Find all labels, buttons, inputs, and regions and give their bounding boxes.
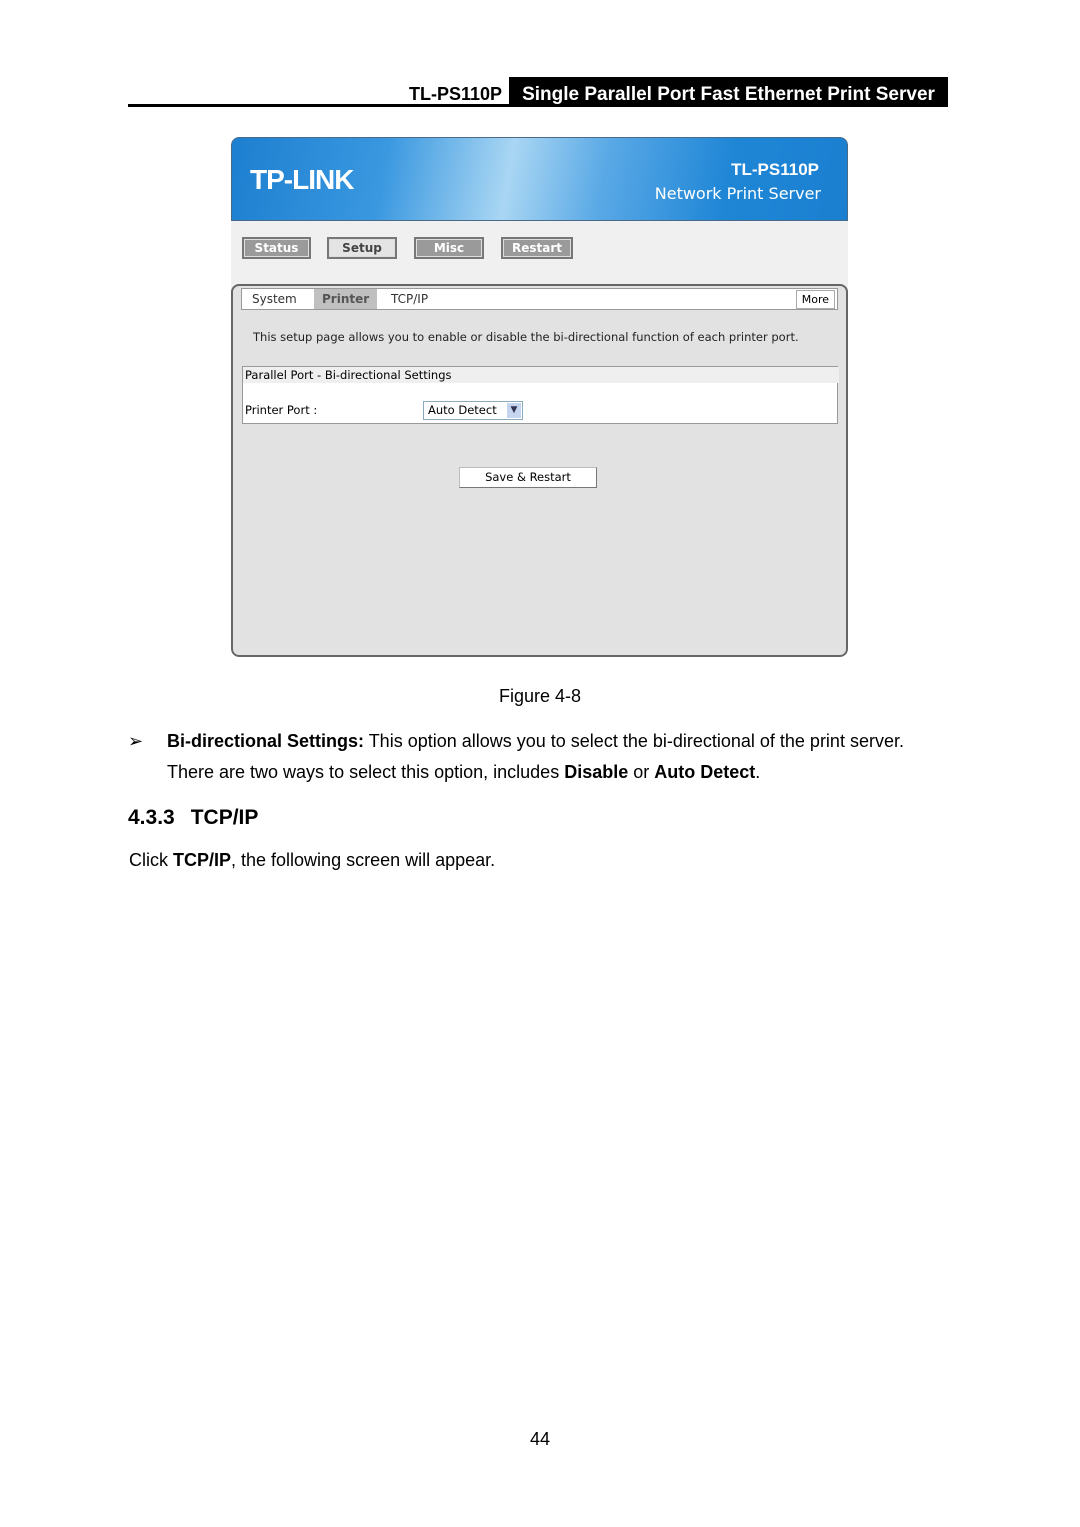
bidirectional-settings-box: Parallel Port - Bi-directional Settings … [242, 366, 839, 424]
content-panel: System Printer TCP/IP More This setup pa… [231, 284, 848, 657]
bullet-line-1: Bi-directional Settings: This option all… [167, 731, 904, 752]
click-instruction: Click TCP/IP, the following screen will … [129, 850, 495, 871]
section-heading: 4.3.3 TCP/IP [128, 806, 258, 830]
click-post: , the following screen will appear. [231, 850, 496, 870]
option-disable: Disable [564, 762, 629, 782]
option-auto-detect: Auto Detect [654, 762, 756, 782]
header-title: Single Parallel Port Fast Ethernet Print… [509, 77, 948, 107]
tab-printer[interactable]: Printer [314, 289, 378, 309]
section-title: TCP/IP [190, 806, 259, 829]
banner: TP-LINK TL-PS110P Network Print Server [231, 137, 848, 221]
period: . [755, 762, 761, 782]
bullet-line-2: There are two ways to select this option… [167, 762, 760, 783]
bullet-term: Bi-directional Settings: [167, 731, 365, 751]
save-restart-button[interactable]: Save & Restart [459, 467, 597, 488]
figure-caption: Figure 4-8 [498, 686, 582, 706]
click-bold: TCP/IP [173, 850, 232, 870]
printer-port-label: Printer Port : [245, 403, 318, 417]
bullet-text-2: There are two ways to select this option… [167, 762, 565, 782]
nav-status-button[interactable]: Status [242, 237, 311, 259]
page-number: 44 [529, 1429, 551, 1449]
printer-port-select[interactable]: Auto Detect ▼ [423, 401, 523, 420]
banner-product: Network Print Server [654, 184, 821, 203]
tab-bar: System Printer TCP/IP More [241, 288, 838, 310]
tab-system[interactable]: System [244, 289, 305, 309]
bullet-text: This option allows you to select the bi-… [364, 731, 904, 751]
section-number: 4.3.3 [128, 806, 175, 829]
banner-model: TL-PS110P [731, 160, 819, 179]
nav-misc-button[interactable]: Misc [414, 237, 484, 259]
or-text: or [628, 762, 655, 782]
section-title: Parallel Port - Bi-directional Settings [243, 367, 839, 383]
nav-setup-button[interactable]: Setup [327, 237, 397, 259]
description: This setup page allows you to enable or … [253, 330, 799, 344]
header-model: TL-PS110P [408, 84, 502, 104]
bullet-arrow-icon: ➢ [128, 731, 144, 751]
tp-link-logo: TP-LINK [250, 164, 354, 195]
manual-page: TL-PS110P Single Parallel Port Fast Ethe… [0, 0, 1080, 1527]
click-pre: Click [129, 850, 173, 870]
more-button[interactable]: More [795, 290, 835, 309]
nav-restart-button[interactable]: Restart [501, 237, 573, 259]
printer-port-value: Auto Detect [428, 403, 497, 417]
device-web-ui-screenshot: TP-LINK TL-PS110P Network Print Server S… [231, 137, 848, 657]
chevron-down-icon[interactable]: ▼ [507, 403, 521, 418]
tab-tcpip[interactable]: TCP/IP [383, 289, 436, 309]
